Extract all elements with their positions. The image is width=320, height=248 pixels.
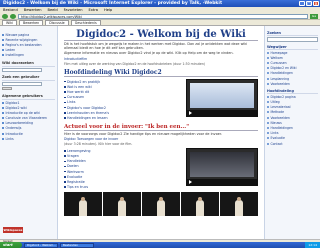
- window-titlebar: Digidoc2 - Welkom bij de Wiki - Microsof…: [0, 0, 320, 7]
- section2-link[interactable]: Digidoc Toevoegen voor de invoer: [64, 137, 258, 141]
- left-sidebar: Nieuwe pagina Recente wijzigingen Pagina…: [0, 26, 58, 239]
- section2-text: Hier is de voorzorgs voor Digidoc2 Zie h…: [64, 132, 223, 137]
- main-content: Digidoc2 - Welkom bij de Wiki Dit is het…: [60, 26, 262, 239]
- person-figure: [235, 199, 244, 216]
- intro-text-2: Algemene informatie en nieuws over Digid…: [64, 51, 234, 56]
- person-figure: [196, 199, 205, 216]
- back-button[interactable]: [2, 13, 8, 19]
- start-button[interactable]: start: [0, 242, 22, 248]
- sidebar-user-input[interactable]: [2, 81, 42, 86]
- minimize-button[interactable]: _: [299, 1, 305, 6]
- page-content: Nieuwe pagina Recente wijzigingen Pagina…: [0, 26, 320, 239]
- menu-help[interactable]: Help: [104, 8, 112, 12]
- taskbar-item[interactable]: Digidoc2 - Welkom...: [24, 242, 58, 248]
- section-heading-actueel: Actueel voor in de invoer: "Ik ben een..…: [64, 124, 258, 132]
- list-item[interactable]: Handleidingen en lessen: [64, 115, 182, 120]
- photo-thumbnail[interactable]: [220, 191, 258, 216]
- person-figure: [118, 199, 127, 216]
- video-controls: [187, 179, 257, 186]
- taskbar: start Digidoc2 - Welkom... Bestanden 12:…: [0, 242, 320, 248]
- video-screen: [190, 83, 254, 109]
- tab-edit[interactable]: Bewerken: [18, 20, 44, 25]
- intro-text: Dit is het hoofdstuk om je wegwijs te ma…: [64, 42, 248, 51]
- play-icon[interactable]: [189, 180, 192, 185]
- wikispaces-badge[interactable]: Wikispaces: [3, 227, 23, 233]
- menu-file[interactable]: Bestand: [3, 8, 18, 12]
- address-input[interactable]: http://digidoc2.wikispaces.com/Wiki: [18, 13, 308, 19]
- taskbar-item[interactable]: Bestanden: [60, 242, 94, 248]
- right-sidebar: Zoeken Wegwijzer Homepage Welkom Cursuss…: [264, 26, 320, 239]
- page-title: Digidoc2 - Welkom bij de Wiki: [64, 29, 258, 41]
- person-head: [120, 196, 125, 201]
- menu-tools[interactable]: Extra: [89, 8, 99, 12]
- photo-thumbnail[interactable]: [64, 191, 102, 216]
- section2-video-player[interactable]: [186, 148, 258, 187]
- sidebar-nav-item[interactable]: Links: [2, 136, 55, 141]
- person-figure: [79, 199, 88, 216]
- menu-favorites[interactable]: Favorieten: [64, 8, 83, 12]
- system-clock: 12:14: [305, 242, 320, 248]
- sidebar-item-settings[interactable]: Instellingen: [2, 53, 55, 58]
- intro-video-player[interactable]: [186, 79, 258, 118]
- address-toolbar: http://digidoc2.wikispaces.com/Wiki Ga: [0, 13, 320, 20]
- intro-film-note: Film met uitleg over de werking van Digi…: [64, 61, 206, 66]
- sidebar-search-button[interactable]: [2, 86, 12, 90]
- list-item[interactable]: Tips en trucs: [64, 185, 182, 190]
- play-icon[interactable]: [189, 111, 192, 116]
- close-button[interactable]: ×: [313, 1, 319, 6]
- right-search-heading: Zoeken: [267, 31, 318, 36]
- tab-history[interactable]: Geschiedenis: [70, 20, 101, 25]
- photo-strip: [64, 191, 258, 216]
- window-title: Digidoc2 - Welkom bij de Wiki - Microsof…: [3, 1, 223, 6]
- sidebar-search-input[interactable]: [2, 67, 42, 72]
- forward-button[interactable]: [10, 13, 16, 19]
- main-links-list: Digidoc2 en praktijk Wat is een wiki Hoe…: [64, 79, 182, 121]
- tab-wiki[interactable]: Wiki: [2, 20, 17, 25]
- section2-note: (duur 3:28 minuten). Klik hier voor de f…: [64, 142, 133, 147]
- person-head: [159, 196, 164, 201]
- photo-thumbnail[interactable]: [142, 191, 180, 216]
- maximize-button[interactable]: □: [306, 1, 312, 6]
- sidebar-members-heading: Zoek een gebruiker: [2, 75, 55, 81]
- menu-view[interactable]: Beeld: [47, 8, 57, 12]
- person-head: [81, 196, 86, 201]
- video-controls: [187, 110, 257, 117]
- person-head: [198, 196, 203, 201]
- right-search-input[interactable]: [267, 37, 318, 42]
- intro-film-link[interactable]: Introductiefilm: [64, 57, 258, 61]
- photo-thumbnail[interactable]: [103, 191, 141, 216]
- section-heading-main: Hoofdindeling Wiki Digidoc2: [64, 69, 258, 78]
- person-head: [237, 196, 242, 201]
- video-screen: [190, 152, 254, 178]
- right-nav-item[interactable]: Voorbeelden: [267, 81, 318, 86]
- right-index-item[interactable]: Contact: [267, 141, 318, 146]
- sidebar-search-heading: Wiki doorzoeken: [2, 61, 55, 67]
- photo-thumbnail[interactable]: [181, 191, 219, 216]
- menu-edit[interactable]: Bewerken: [24, 8, 42, 12]
- person-figure: [157, 199, 166, 216]
- tab-discussion[interactable]: Discussie: [45, 20, 69, 25]
- go-button[interactable]: Ga: [310, 13, 318, 19]
- section2-links-list: Leeromgeving Vragen Handleiden Doelen We…: [64, 148, 182, 190]
